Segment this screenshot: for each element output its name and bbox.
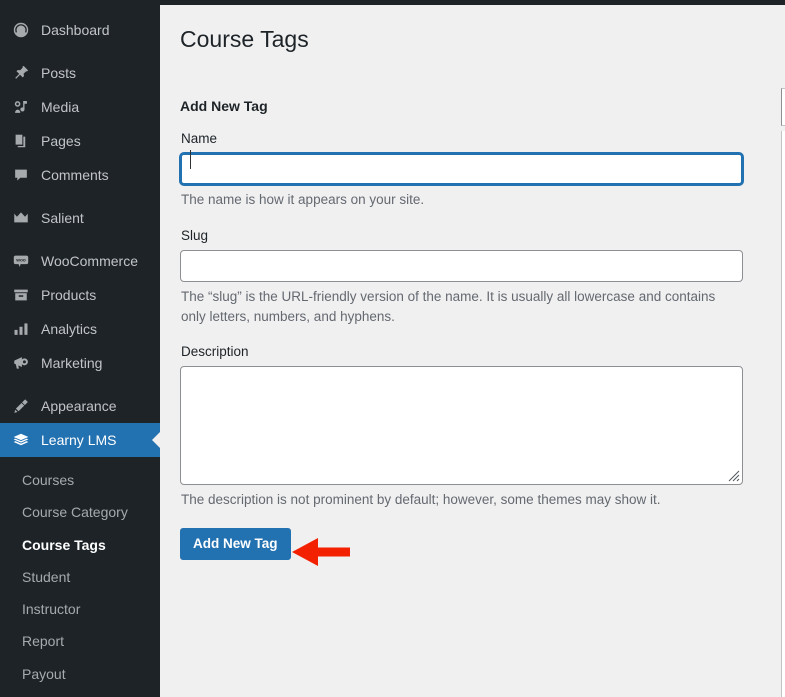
sidebar-item-label: Learny LMS [41,432,117,448]
sidebar-item-label: Appearance [41,398,117,414]
submenu-item-course-category[interactable]: Course Category [0,496,160,528]
slug-label: Slug [181,227,209,243]
admin-bar [0,0,785,5]
field-name: Name The name is how it appears on your … [180,130,765,210]
page-title: Course Tags [180,26,309,52]
menu-divider [0,235,160,244]
sidebar-item-salient[interactable]: Salient [0,201,160,235]
menu-divider [0,380,160,389]
add-new-tag-button[interactable]: Add New Tag [180,528,291,561]
offscreen-panel-edge-top [781,88,785,126]
annotation-arrow-icon [292,538,350,567]
description-label: Description [181,344,249,360]
description-textarea-wrap [180,365,743,485]
svg-text:woo: woo [15,259,26,264]
sidebar-item-dashboard[interactable]: Dashboard [0,13,160,47]
menu-divider [0,192,160,201]
sidebar-item-posts[interactable]: Posts [0,56,160,90]
sidebar-item-products[interactable]: Products [0,278,160,312]
name-help-text: The name is how it appears on your site. [181,192,425,208]
description-help-text: The description is not prominent by defa… [181,491,661,507]
sidebar-item-label: Analytics [41,321,98,337]
submenu-item-report[interactable]: Report [0,625,160,657]
description-textarea[interactable] [180,365,743,485]
slug-input[interactable] [180,249,743,282]
bar-chart-icon [11,319,31,339]
sidebar-item-media[interactable]: Media [0,90,160,124]
main-content: Course Tags Add New Tag Name The name is… [160,5,785,697]
sidebar-item-marketing[interactable]: Marketing [0,346,160,380]
sidebar-item-woocommerce[interactable]: woo WooCommerce [0,244,160,278]
sidebar-item-label: Media [41,99,80,115]
submenu-item-plugin-settings[interactable]: Plugin Settings [0,690,160,697]
dashboard-gauge-icon [11,20,31,40]
name-label: Name [181,131,218,147]
text-caret [190,150,191,169]
offscreen-panel-edge-body [781,131,785,697]
sidebar-item-pages[interactable]: Pages [0,124,160,158]
pages-icon [11,131,31,151]
field-slug: Slug The “slug” is the URL-friendly vers… [180,227,765,327]
submenu-item-courses[interactable]: Courses [0,464,160,496]
submit-row: Add New Tag [180,528,765,567]
media-icon [11,97,31,117]
woo-badge-icon: woo [11,251,31,271]
comment-bubble-icon [11,165,31,185]
submenu-item-instructor[interactable]: Instructor [0,593,160,625]
field-description: Description The description is not promi… [180,343,765,510]
paintbrush-icon [11,396,31,416]
admin-menu: Dashboard Posts Media Pages Comments Sal… [0,0,160,697]
slug-help-text: The “slug” is the URL-friendly version o… [181,288,716,324]
sidebar-item-label: Pages [41,133,81,149]
submenu-item-payout[interactable]: Payout [0,658,160,690]
sidebar-item-label: Marketing [41,355,103,371]
add-new-tag-form: Add New Tag Name The name is how it appe… [160,55,765,567]
sidebar-item-label: Products [41,287,97,303]
sidebar-item-label: Posts [41,65,77,81]
sidebar-item-label: Salient [41,210,84,226]
graduation-cap-icon [11,430,31,450]
sidebar-item-learny-lms[interactable]: Learny LMS [0,423,160,457]
sidebar-item-label: Comments [41,167,109,183]
wordpress-admin-screen: Dashboard Posts Media Pages Comments Sal… [0,0,785,697]
sidebar-item-appearance[interactable]: Appearance [0,389,160,423]
sidebar-item-analytics[interactable]: Analytics [0,312,160,346]
learny-lms-submenu: Courses Course Category Course Tags Stud… [0,457,160,697]
products-box-icon [11,285,31,305]
pushpin-icon [11,63,31,83]
sidebar-item-label: WooCommerce [41,253,138,269]
form-heading: Add New Tag [180,97,268,114]
submenu-item-student[interactable]: Student [0,561,160,593]
menu-divider [0,47,160,56]
admin-sidebar: Dashboard Posts Media Pages Comments Sal… [0,0,160,697]
name-input[interactable] [180,153,743,186]
submenu-item-course-tags[interactable]: Course Tags [0,529,160,561]
sidebar-item-comments[interactable]: Comments [0,158,160,192]
crown-icon [11,208,31,228]
megaphone-icon [11,353,31,373]
sidebar-item-label: Dashboard [41,22,110,38]
